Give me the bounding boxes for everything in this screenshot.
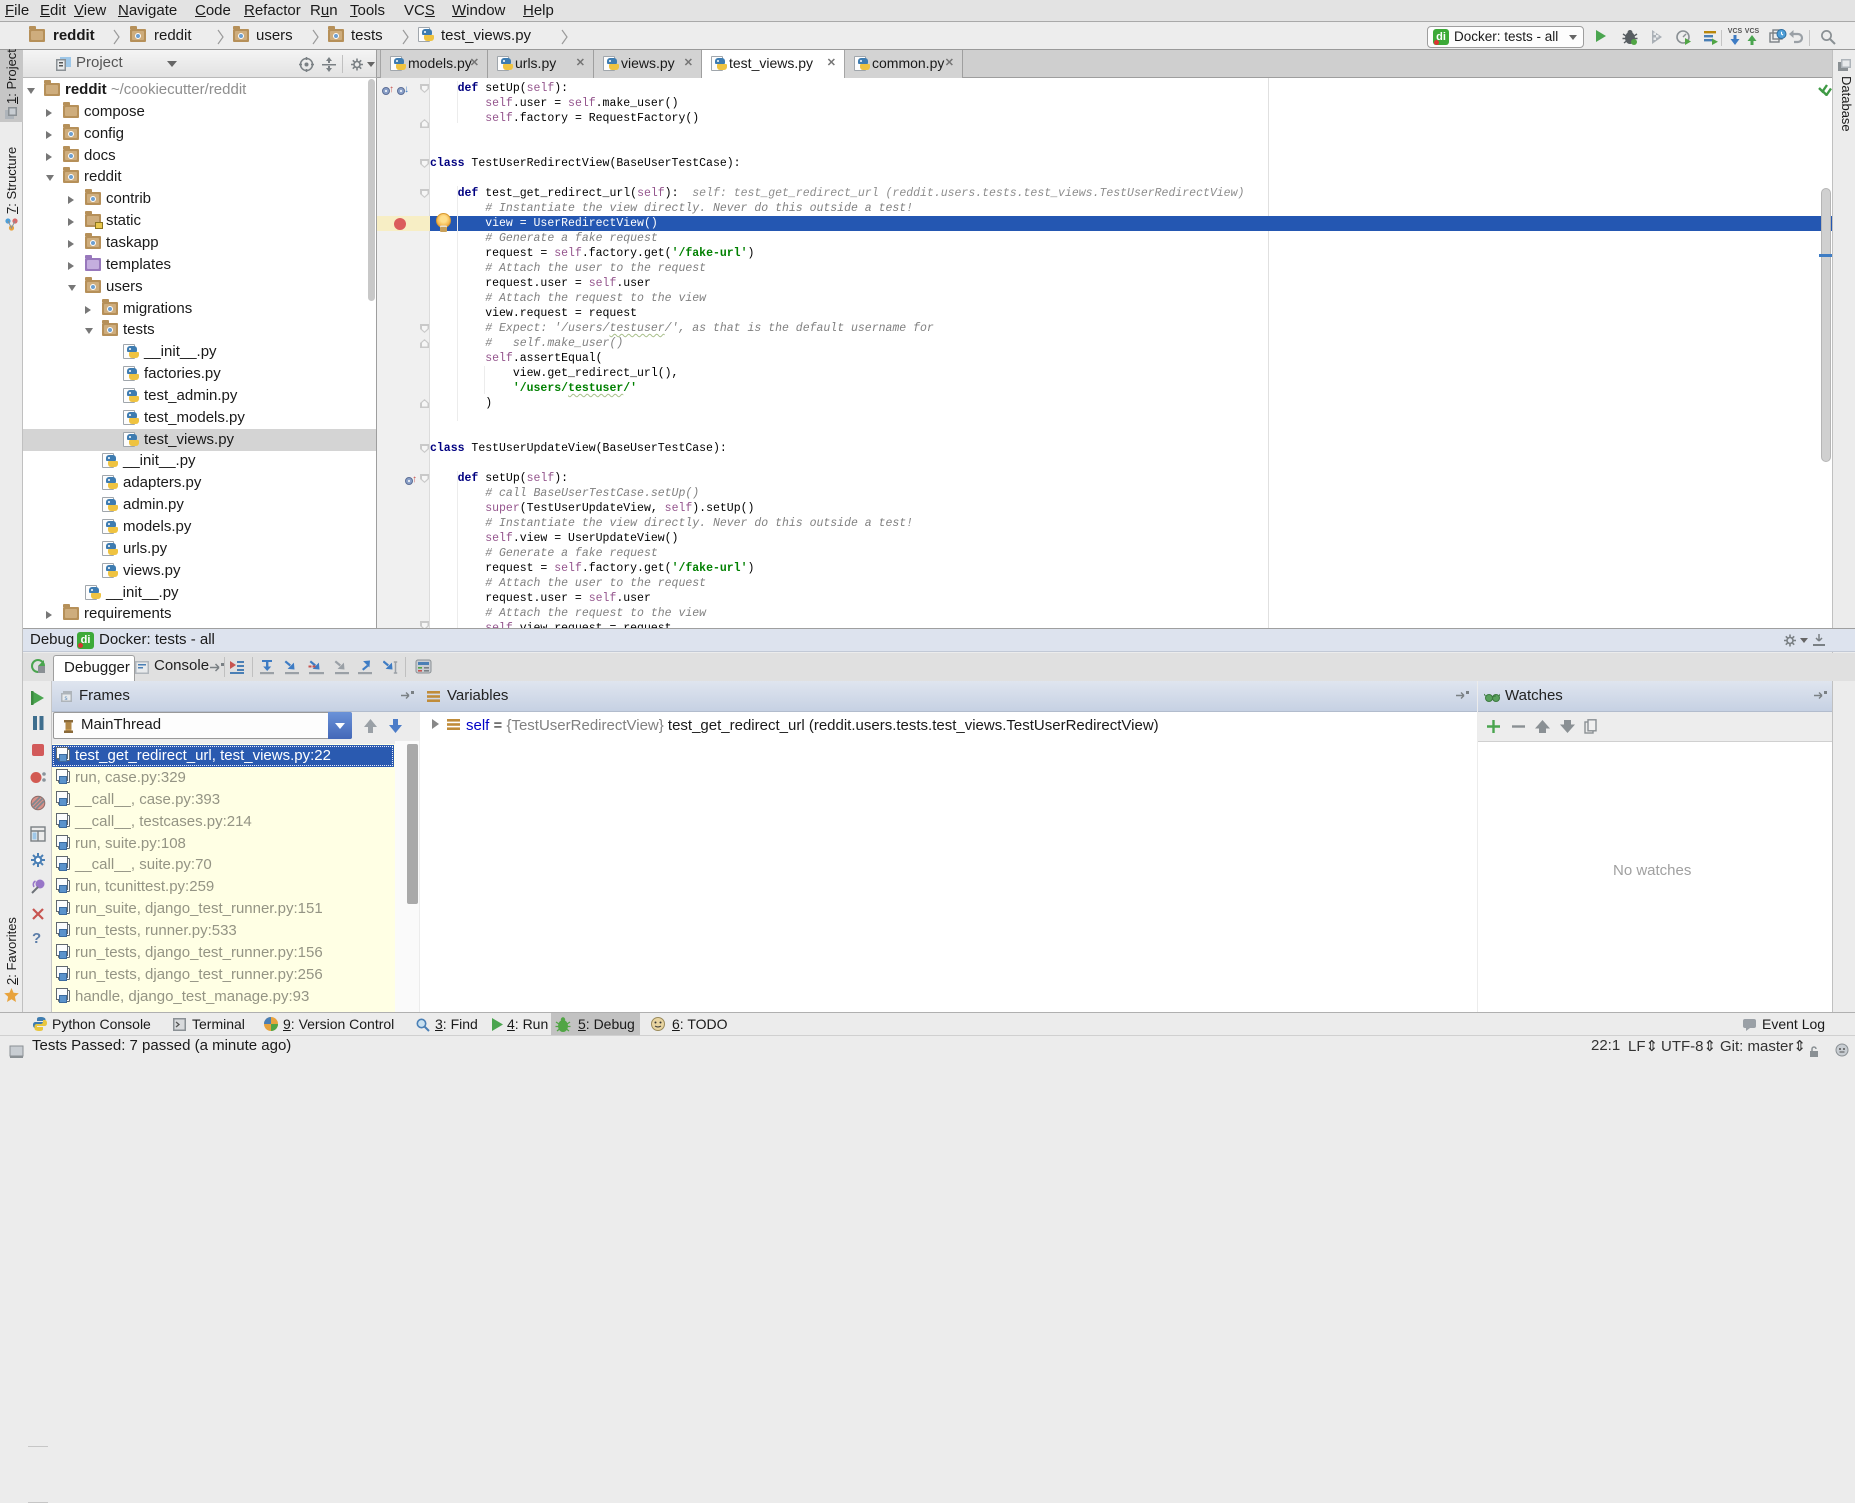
svg-text:s: s <box>65 696 68 702</box>
svg-text:VCS: VCS <box>1728 28 1743 35</box>
svg-text:VCS: VCS <box>1745 28 1760 35</box>
